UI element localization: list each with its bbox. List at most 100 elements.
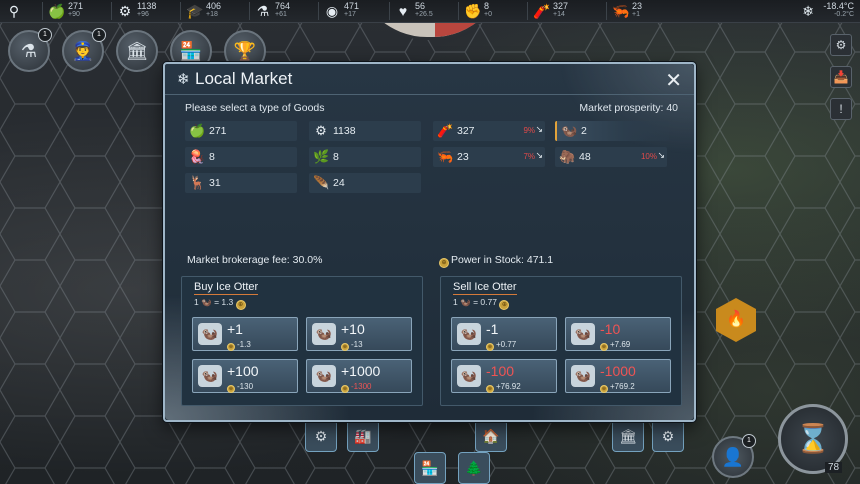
goods-item-gear[interactable]: ⚙ 1138 — [309, 121, 421, 141]
goods-amount: 327 — [457, 125, 475, 137]
resource-value: 56 — [415, 1, 426, 11]
divider — [606, 2, 607, 20]
building-icon[interactable]: 🌲 — [458, 452, 490, 484]
research-button[interactable]: ⚗ 1 — [8, 28, 52, 72]
building-icon[interactable]: 🏛 — [612, 420, 644, 452]
goods-amount: 1138 — [333, 125, 356, 137]
goods-amount: 48 — [579, 151, 591, 163]
power-coin-icon: ⊕ — [486, 343, 494, 351]
goods-item-dynamite[interactable]: 🧨 327 9% ↘ — [433, 121, 545, 141]
gear-icon: ⚙ — [118, 3, 132, 19]
resource-value: 8 — [484, 1, 490, 11]
buy-title: Buy Ice Otter — [194, 281, 259, 295]
mammoth-icon: 🦣 — [559, 149, 576, 164]
divider — [318, 2, 319, 20]
resource-delta: +18 — [206, 11, 218, 18]
goods-item-jellyfish[interactable]: 🪼 8 — [185, 147, 297, 167]
building-icon[interactable]: 🏠 — [475, 420, 507, 452]
goods-item-shrimp[interactable]: 🦐 23 7% ↘ — [433, 147, 545, 167]
gear-icon: ⚙ — [315, 123, 327, 138]
goods-item-ice-otter[interactable]: 🦦 2 — [555, 121, 669, 141]
mortarboard-icon: 🎓 — [186, 3, 204, 19]
resource-value: 764 — [275, 1, 291, 11]
goods-item-feather[interactable]: 🪶 24 — [309, 173, 421, 193]
resource-delta: +0 — [484, 11, 492, 18]
price-change: 7% — [523, 152, 535, 161]
buy-button[interactable]: 🦦 +1000 ⊕ -1300 — [306, 359, 412, 393]
resource-delta: +26.5 — [415, 11, 433, 18]
power-coin-icon: ⊕ — [235, 300, 246, 310]
building-icon[interactable]: ⚙ — [305, 420, 337, 452]
buy-button[interactable]: 🦦 +10 ⊕ -13 — [306, 317, 412, 351]
power-coin-icon: ⊕ — [341, 385, 349, 393]
power-coin-icon: ⊕ — [439, 258, 449, 268]
resource-bar: -18.4°C -0.2°C ⚲ 🍏 271 +90 ⚙ 1138 +96 🎓 406 +18 ⚗ 7… — [0, 0, 860, 23]
trade-cost: ⊕ +0.77 — [486, 340, 516, 351]
trade-amount: -100 — [486, 363, 515, 379]
population-badge: 1 — [742, 434, 756, 448]
ice-otter-icon: 🦦 — [457, 323, 481, 345]
trade-amount: +1000 — [341, 363, 381, 379]
apple-icon: 🍏 — [189, 123, 206, 138]
goods-amount: 2 — [581, 125, 587, 137]
goods-item-mammoth[interactable]: 🦣 48 10% ↘ — [555, 147, 667, 167]
seaweed-icon: 🌿 — [313, 149, 330, 164]
ice-otter-icon: 🦦 — [312, 365, 336, 387]
divider — [249, 2, 250, 20]
resource-value: 1138 — [137, 1, 157, 11]
sell-button[interactable]: 🦦 -1000 ⊕ +769.2 — [565, 359, 671, 393]
trade-cost: ⊕ -1.3 — [227, 340, 251, 351]
goods-item-reindeer[interactable]: 🦌 31 — [185, 173, 297, 193]
officer-button[interactable]: 👮 1 — [62, 28, 106, 72]
settings-button[interactable]: ⚙ — [830, 34, 852, 56]
goods-item-seaweed[interactable]: 🌿 8 — [309, 147, 421, 167]
trade-cost-value: -13 — [351, 340, 363, 349]
buy-rate-value: = 1.3 — [214, 297, 234, 307]
feather-icon: 🪶 — [313, 175, 330, 190]
divider — [42, 2, 43, 20]
snowflake-icon: ❄ — [802, 3, 814, 19]
buy-rate: 1 🦦 = 1.3 ⊕ — [194, 297, 248, 310]
trade-cost-value: +0.77 — [496, 340, 517, 349]
brokerage-fee: Market brokerage fee: 30.0% — [187, 254, 323, 266]
goods-amount: 23 — [457, 151, 469, 163]
dynamite-icon: 🧨 — [533, 3, 551, 19]
power-coin-icon: ⊕ — [227, 343, 235, 351]
building-icon[interactable]: 🏪 — [414, 452, 446, 484]
power-in-stock-label: Power in Stock: 471.1 — [451, 254, 554, 266]
sell-button[interactable]: 🦦 -1 ⊕ +0.77 — [451, 317, 557, 351]
goods-amount: 271 — [209, 125, 227, 137]
resource-delta: +14 — [553, 11, 565, 18]
close-icon[interactable]: ✕ — [665, 68, 682, 93]
trend-down-icon: ↘ — [535, 124, 543, 134]
resource-delta: +90 — [68, 11, 80, 18]
research-icon: ⚗ — [20, 41, 38, 61]
inbox-icon: 📥 — [833, 70, 849, 84]
alert-button[interactable]: ! — [830, 98, 852, 120]
building-icon[interactable]: 🏭 — [347, 420, 379, 452]
power-coin-icon: ⊕ — [600, 385, 608, 393]
divider — [527, 2, 528, 20]
ice-otter-icon: 🦦 — [198, 365, 222, 387]
temperature-value: -18.4°C — [823, 1, 854, 11]
turn-counter: 78 — [825, 462, 843, 473]
ice-otter-icon: 🦦 — [460, 297, 471, 307]
buy-button[interactable]: 🦦 +100 ⊕ -130 — [192, 359, 298, 393]
temperature: -18.4°C -0.2°C — [823, 1, 854, 18]
sell-button[interactable]: 🦦 -100 ⊕ +76.92 — [451, 359, 557, 393]
flask-icon: ⚗ — [256, 3, 270, 19]
buy-button[interactable]: 🦦 +1 ⊕ -1.3 — [192, 317, 298, 351]
inbox-button[interactable]: 📥 — [830, 66, 852, 88]
population-button[interactable]: 👤 1 — [712, 434, 756, 478]
sell-button[interactable]: 🦦 -10 ⊕ +7.69 — [565, 317, 671, 351]
jellyfish-icon: 🪼 — [189, 149, 206, 164]
build-button[interactable]: 🏛 — [116, 30, 158, 72]
goods-item-apple[interactable]: 🍏 271 — [185, 121, 297, 141]
goods-amount: 8 — [333, 151, 339, 163]
temperature-delta: -0.2°C — [834, 11, 854, 18]
settings-icon: ⚙ — [835, 38, 847, 52]
resource-delta: +1 — [632, 11, 640, 18]
local-market-dialog: ❄ Local Market ✕ Please select a type of… — [163, 62, 696, 422]
building-icon[interactable]: ⚙ — [652, 420, 684, 452]
resource-delta: +96 — [137, 11, 149, 18]
